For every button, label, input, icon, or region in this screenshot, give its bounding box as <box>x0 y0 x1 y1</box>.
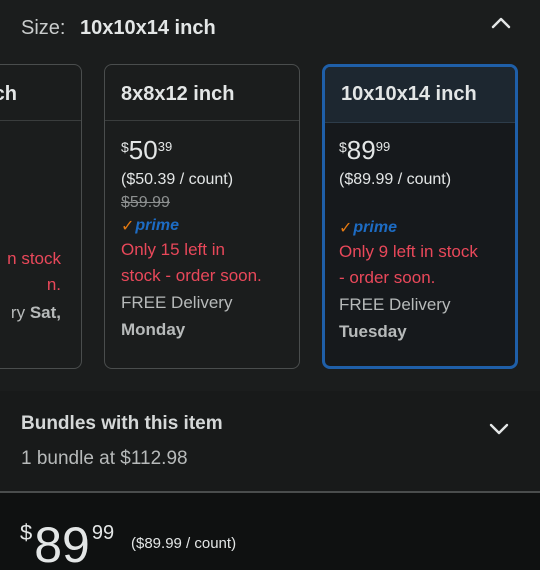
bundles-section[interactable]: Bundles with this item 1 bundle at $112.… <box>0 391 540 491</box>
delivery-label: FREE Delivery <box>121 293 233 312</box>
option-price: $89 99 <box>339 135 391 165</box>
option-price: $50 39 <box>121 135 173 165</box>
size-options: ch n stock n. ry Sat, 8x8x12 inch $5039 … <box>0 56 540 391</box>
size-option-title: ch <box>0 65 81 121</box>
prime-badge: ✓ prime <box>339 219 397 237</box>
size-option-card[interactable]: ch n stock n. ry Sat, <box>0 64 82 369</box>
chevron-down-icon[interactable] <box>488 418 510 440</box>
selected-price-per-count: ($89.99 / count) <box>131 535 237 552</box>
selected-size-value: 10x10x14 inch <box>80 17 216 39</box>
chevron-up-icon[interactable] <box>490 12 512 34</box>
prime-badge: ✓ prime <box>121 217 179 235</box>
bundles-title: Bundles with this item <box>21 413 223 434</box>
section-divider <box>0 491 540 493</box>
size-option-card-8x8x12[interactable]: 8x8x12 inch $50 39 ($50.39 / count) $59.9… <box>104 64 300 369</box>
delivery-day: Tuesday <box>339 322 407 341</box>
prime-check-icon: ✓ <box>339 220 353 237</box>
size-label: Size: <box>21 17 66 39</box>
list-price: $59.99 <box>121 194 170 211</box>
delivery-info: ry Sat, <box>10 303 61 322</box>
bundles-subtitle: 1 bundle at $112.98 <box>21 448 188 469</box>
stock-warning: n stock <box>7 249 61 268</box>
price-per-count: ($50.39 / count) <box>121 171 234 188</box>
stock-warning: Only 15 left in stock - order soon. <box>121 240 262 285</box>
price-per-count: ($89.99 / count) <box>339 171 452 188</box>
size-selector-header[interactable]: Size: 10x10x14 inch <box>0 0 540 56</box>
size-option-title: 8x8x12 inch <box>105 65 299 121</box>
delivery-day: Monday <box>121 320 186 339</box>
stock-warning: n. <box>46 275 61 294</box>
prime-check-icon: ✓ <box>121 218 135 235</box>
selected-price: $89 99 <box>20 517 115 570</box>
size-option-card-10x10x14[interactable]: 10x10x14 inch $89 99 ($89.99 / count) ✓ pr… <box>322 64 518 369</box>
stock-warning: Only 9 left in stock - order soon. <box>339 242 478 287</box>
size-option-title: 10x10x14 inch <box>325 67 515 123</box>
delivery-label: FREE Delivery <box>339 295 451 314</box>
